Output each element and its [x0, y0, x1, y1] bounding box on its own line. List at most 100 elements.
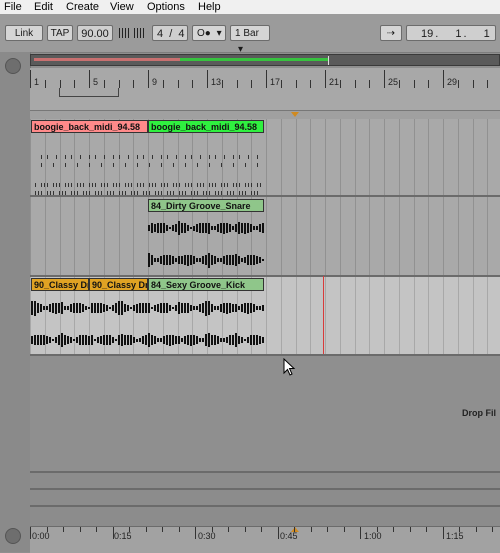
- ruler-tick: [162, 80, 164, 88]
- metronome-button[interactable]: O● ▾: [192, 25, 226, 41]
- loop-region-strip[interactable]: [30, 88, 500, 111]
- overview-divider: [328, 56, 329, 65]
- midi-note: [59, 183, 60, 187]
- clip-header[interactable]: boogie_back_midi_94.58: [31, 120, 148, 133]
- grid-line: [310, 197, 312, 275]
- arrangement-position-field[interactable]: 19. 1. 1: [406, 25, 496, 41]
- midi-note: [125, 183, 126, 187]
- clip-header[interactable]: 90_Classy Dr: [31, 278, 89, 291]
- waveform-peak: [160, 337, 162, 343]
- waveform-peak: [175, 258, 177, 262]
- track-kick[interactable]: 90_Classy Dr 90_Classy Dr 84_Sexy Groove…: [30, 277, 500, 356]
- grid-line: [428, 197, 430, 275]
- waveform-peak: [88, 306, 90, 310]
- waveform-peak: [190, 226, 192, 230]
- waveform-peak: [82, 303, 84, 313]
- midi-note: [215, 183, 216, 187]
- midi-note: [215, 191, 216, 195]
- midi-note: [248, 183, 249, 187]
- beat-time-ruler[interactable]: 1 5 9 13 17 21 25 29: [30, 68, 500, 89]
- playhead[interactable]: [323, 276, 324, 354]
- ruler-tick: [413, 80, 415, 88]
- midi-note: [86, 191, 87, 195]
- waveform-peak: [154, 258, 156, 262]
- waveform-peak: [124, 303, 126, 313]
- midi-note: [77, 191, 78, 195]
- menu-edit[interactable]: Edit: [34, 0, 53, 14]
- waveform-peak: [229, 224, 231, 232]
- quantize-dropdown[interactable]: 1 Bar ▾: [230, 25, 270, 55]
- drop-area[interactable]: [30, 356, 500, 471]
- waveform-peak: [103, 303, 105, 313]
- clip-header[interactable]: 84_Sexy Groove_Kick: [148, 278, 264, 291]
- waveform-peak: [67, 335, 69, 345]
- grid-line: [457, 277, 459, 354]
- midi-note: [209, 163, 210, 167]
- grid-line: [133, 197, 135, 275]
- grid-line: [295, 197, 297, 275]
- ruler-tick: [428, 80, 430, 88]
- waveform-peak: [175, 336, 177, 344]
- waveform-peak: [175, 223, 177, 233]
- waveform-peak: [148, 332, 150, 348]
- midi-note: [83, 183, 84, 187]
- midi-note: [248, 155, 249, 159]
- toggle-overview-icon[interactable]: [5, 58, 21, 74]
- toggle-view-icon[interactable]: [5, 528, 21, 544]
- grid-line: [59, 197, 61, 275]
- ruler-tick: [475, 527, 477, 532]
- waveform-peak: [148, 253, 150, 267]
- midi-note: [113, 183, 114, 187]
- midi-note: [197, 183, 198, 187]
- midi-note: [137, 183, 138, 187]
- menu-options[interactable]: Options: [147, 0, 185, 14]
- ruler-tick: [393, 527, 394, 532]
- midi-note: [224, 183, 225, 187]
- loop-brace[interactable]: [59, 88, 119, 97]
- waveform-peak: [175, 305, 177, 311]
- track-midi[interactable]: boogie_back_midi_94.58 boogie_back_midi_…: [30, 119, 500, 197]
- waveform-peak: [256, 334, 258, 346]
- time-label: 1:15: [446, 531, 464, 541]
- waveform-peak: [49, 337, 51, 343]
- waveform-peak: [217, 257, 219, 263]
- waveform-peak: [172, 335, 174, 345]
- waveform-peak: [55, 336, 57, 344]
- clip-header[interactable]: boogie_back_midi_94.58: [148, 120, 264, 133]
- menu-view[interactable]: View: [110, 0, 134, 14]
- arrangement-overview[interactable]: [30, 54, 500, 66]
- clip-header[interactable]: 90_Classy Dr: [89, 278, 148, 291]
- nudge-icon[interactable]: [119, 28, 131, 38]
- follow-button[interactable]: ⇢: [380, 25, 402, 41]
- grid-line: [325, 277, 326, 354]
- waveform-peak: [247, 222, 249, 234]
- time-signature-field[interactable]: 4 / 4: [152, 25, 188, 41]
- menu-create[interactable]: Create: [66, 0, 99, 14]
- menu-help[interactable]: Help: [198, 0, 221, 14]
- position-sixteenth: 1: [483, 28, 490, 40]
- waveform-peak: [46, 306, 48, 310]
- waveform-peak: [79, 302, 81, 314]
- time-ruler[interactable]: 0:00 0:15 0:30 0:45 1:00 1:15: [30, 526, 500, 553]
- ruler-tick: [59, 80, 61, 88]
- link-button[interactable]: Link: [5, 25, 43, 41]
- midi-note: [230, 191, 231, 195]
- midi-note: [35, 191, 36, 195]
- menu-file[interactable]: File: [4, 0, 22, 14]
- waveform-peak: [187, 303, 189, 313]
- midi-note: [185, 191, 186, 195]
- ruler-tick: [443, 70, 444, 88]
- grid-line: [472, 277, 474, 354]
- waveform-peak: [52, 303, 54, 313]
- track-snare[interactable]: 84_Dirty Groove_Snare: [30, 197, 500, 277]
- ruler-tick: [343, 527, 345, 532]
- grid-line: [487, 277, 489, 354]
- tap-tempo-button[interactable]: TAP: [47, 25, 73, 41]
- waveform-peak: [40, 304, 42, 312]
- master-track[interactable]: [30, 505, 500, 528]
- clip-header[interactable]: 84_Dirty Groove_Snare: [148, 199, 264, 212]
- waveform-peak: [43, 334, 45, 346]
- nudge-fine-icon[interactable]: [134, 28, 146, 38]
- tempo-field[interactable]: 90.00: [77, 25, 113, 41]
- midi-note: [233, 163, 234, 167]
